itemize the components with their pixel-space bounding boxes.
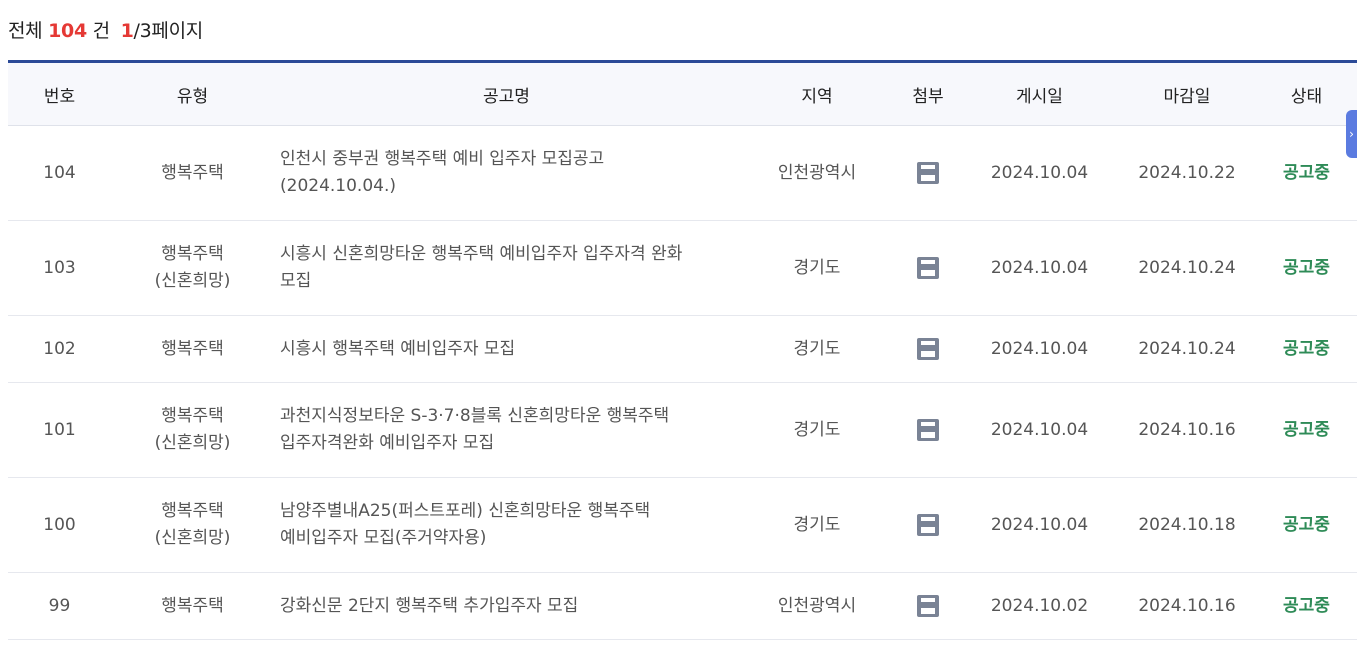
row-attachment[interactable] bbox=[895, 572, 961, 640]
file-icon[interactable] bbox=[917, 161, 939, 184]
row-number: 104 bbox=[8, 125, 111, 221]
summary-prefix: 전체 bbox=[8, 20, 43, 42]
row-title-line2[interactable]: 예비입주자 모집(주거약자용) bbox=[280, 528, 486, 548]
row-region: 인천광역시 bbox=[739, 125, 895, 221]
row-attachment[interactable] bbox=[895, 220, 961, 316]
row-region: 경기도 bbox=[739, 477, 895, 573]
row-title-link[interactable]: 과천지식정보타운 S-3·7·8블록 신혼희망타운 행복주택입주자격완화 예비입… bbox=[274, 382, 739, 478]
table-header-row: 번호 유형 공고명 지역 첨부 게시일 마감일 상태 bbox=[8, 61, 1357, 126]
row-posted-date: 2024.10.04 bbox=[961, 125, 1118, 221]
row-title-line1[interactable]: 인천시 중부권 행복주택 예비 입주자 모집공고 bbox=[280, 149, 604, 169]
header-posted-date: 게시일 bbox=[961, 61, 1118, 126]
file-icon[interactable] bbox=[917, 594, 939, 617]
status-badge: 공고중 bbox=[1256, 125, 1357, 221]
row-number: 100 bbox=[8, 477, 111, 573]
table-row[interactable]: 102 행복주택 시흥시 행복주택 예비입주자 모집 경기도 2024.10.0… bbox=[8, 315, 1357, 383]
row-title-link[interactable]: 시흥시 신혼희망타운 행복주택 예비입주자 입주자격 완화모집 bbox=[274, 220, 739, 316]
row-region: 경기도 bbox=[739, 220, 895, 316]
row-region: 경기도 bbox=[739, 382, 895, 478]
current-page: 1 bbox=[120, 20, 134, 42]
row-title-line1[interactable]: 과천지식정보타운 S-3·7·8블록 신혼희망타운 행복주택 bbox=[280, 406, 669, 426]
row-type: 행복주택 (신혼희망) bbox=[111, 477, 274, 573]
row-deadline: 2024.10.24 bbox=[1118, 315, 1256, 383]
status-badge: 공고중 bbox=[1256, 572, 1357, 640]
row-type: 행복주택 (신혼희망) bbox=[111, 382, 274, 478]
row-title-line1[interactable]: 남양주별내A25(퍼스트포레) 신혼희망타운 행복주택 bbox=[280, 501, 650, 521]
row-type-main: 행복주택 bbox=[161, 338, 224, 359]
header-number: 번호 bbox=[8, 61, 111, 126]
row-attachment[interactable] bbox=[895, 477, 961, 573]
header-deadline: 마감일 bbox=[1118, 61, 1256, 126]
row-title-line2[interactable]: 모집 bbox=[280, 271, 311, 291]
row-title-link[interactable]: 시흥시 행복주택 예비입주자 모집 bbox=[274, 315, 739, 383]
row-type-main: 행복주택 bbox=[161, 595, 224, 616]
row-type-main: 행복주택 bbox=[161, 406, 224, 426]
row-number: 102 bbox=[8, 315, 111, 383]
table-row[interactable]: 104 행복주택 인천시 중부권 행복주택 예비 입주자 모집공고 (2024.1… bbox=[8, 125, 1357, 221]
header-title: 공고명 bbox=[274, 61, 739, 126]
file-icon[interactable] bbox=[917, 513, 939, 536]
header-region: 지역 bbox=[739, 61, 895, 126]
row-title-line1[interactable]: 강화신문 2단지 행복주택 추가입주자 모집 bbox=[280, 596, 578, 616]
row-title-line1[interactable]: 시흥시 행복주택 예비입주자 모집 bbox=[280, 339, 515, 359]
row-deadline: 2024.10.16 bbox=[1118, 382, 1256, 478]
row-attachment[interactable] bbox=[895, 125, 961, 221]
row-region: 경기도 bbox=[739, 315, 895, 383]
result-summary: 전체 104 건 1/3페이지 bbox=[8, 16, 203, 43]
table-row[interactable]: 100 행복주택 (신혼희망) 남양주별내A25(퍼스트포레) 신혼희망타운 행복… bbox=[8, 477, 1357, 573]
row-type: 행복주택 (신혼희망) bbox=[111, 220, 274, 316]
row-type-sub: (신혼희망) bbox=[154, 271, 231, 291]
row-type-sub: (신혼희망) bbox=[154, 433, 231, 453]
row-number: 103 bbox=[8, 220, 111, 316]
row-attachment[interactable] bbox=[895, 382, 961, 478]
row-type: 행복주택 bbox=[111, 572, 274, 640]
row-type-main: 행복주택 bbox=[161, 244, 224, 264]
row-deadline: 2024.10.24 bbox=[1118, 220, 1256, 316]
table-row[interactable]: 101 행복주택 (신혼희망) 과천지식정보타운 S-3·7·8블록 신혼희망타운… bbox=[8, 382, 1357, 478]
row-type-main: 행복주택 bbox=[161, 501, 224, 521]
status-badge: 공고중 bbox=[1256, 220, 1357, 316]
chevron-right-icon[interactable]: › bbox=[1349, 127, 1354, 141]
page-total: /3페이지 bbox=[133, 20, 204, 42]
row-title-link[interactable]: 강화신문 2단지 행복주택 추가입주자 모집 bbox=[274, 572, 739, 640]
table-row[interactable]: 99 행복주택 강화신문 2단지 행복주택 추가입주자 모집 인천광역시 202… bbox=[8, 572, 1357, 640]
row-posted-date: 2024.10.04 bbox=[961, 220, 1118, 316]
file-icon[interactable] bbox=[917, 418, 939, 441]
row-attachment[interactable] bbox=[895, 315, 961, 383]
row-region: 인천광역시 bbox=[739, 572, 895, 640]
row-title-link[interactable]: 인천시 중부권 행복주택 예비 입주자 모집공고 (2024.10.04.) bbox=[274, 125, 739, 221]
status-badge: 공고중 bbox=[1256, 477, 1357, 573]
row-title-line1[interactable]: 시흥시 신혼희망타운 행복주택 예비입주자 입주자격 완화 bbox=[280, 244, 682, 264]
file-icon[interactable] bbox=[917, 256, 939, 279]
row-deadline: 2024.10.18 bbox=[1118, 477, 1256, 573]
status-badge: 공고중 bbox=[1256, 382, 1357, 478]
row-type: 행복주택 bbox=[111, 315, 274, 383]
file-icon[interactable] bbox=[917, 337, 939, 360]
status-badge: 공고중 bbox=[1256, 315, 1357, 383]
row-posted-date: 2024.10.04 bbox=[961, 315, 1118, 383]
row-posted-date: 2024.10.04 bbox=[961, 382, 1118, 478]
row-type-main: 행복주택 bbox=[161, 162, 224, 183]
row-deadline: 2024.10.16 bbox=[1118, 572, 1256, 640]
row-posted-date: 2024.10.04 bbox=[961, 477, 1118, 573]
row-deadline: 2024.10.22 bbox=[1118, 125, 1256, 221]
summary-unit: 건 bbox=[92, 20, 110, 42]
header-attachment: 첨부 bbox=[895, 61, 961, 126]
row-title-line2[interactable]: 입주자격완화 예비입주자 모집 bbox=[280, 433, 494, 453]
row-title-link[interactable]: 남양주별내A25(퍼스트포레) 신혼희망타운 행복주택예비입주자 모집(주거약자… bbox=[274, 477, 739, 573]
row-title-line2[interactable]: (2024.10.04.) bbox=[280, 176, 396, 196]
row-type-sub: (신혼희망) bbox=[154, 528, 231, 548]
row-posted-date: 2024.10.02 bbox=[961, 572, 1118, 640]
notice-table: 번호 유형 공고명 지역 첨부 게시일 마감일 상태 104 행복주택 인천시 … bbox=[8, 60, 1357, 640]
row-number: 99 bbox=[8, 572, 111, 640]
table-row[interactable]: 103 행복주택 (신혼희망) 시흥시 신혼희망타운 행복주택 예비입주자 입주자… bbox=[8, 220, 1357, 316]
total-count: 104 bbox=[48, 20, 87, 42]
header-type: 유형 bbox=[111, 61, 274, 126]
side-panel-toggle[interactable]: › bbox=[1346, 110, 1357, 158]
row-type: 행복주택 bbox=[111, 125, 274, 221]
header-status: 상태 bbox=[1256, 61, 1357, 126]
row-number: 101 bbox=[8, 382, 111, 478]
